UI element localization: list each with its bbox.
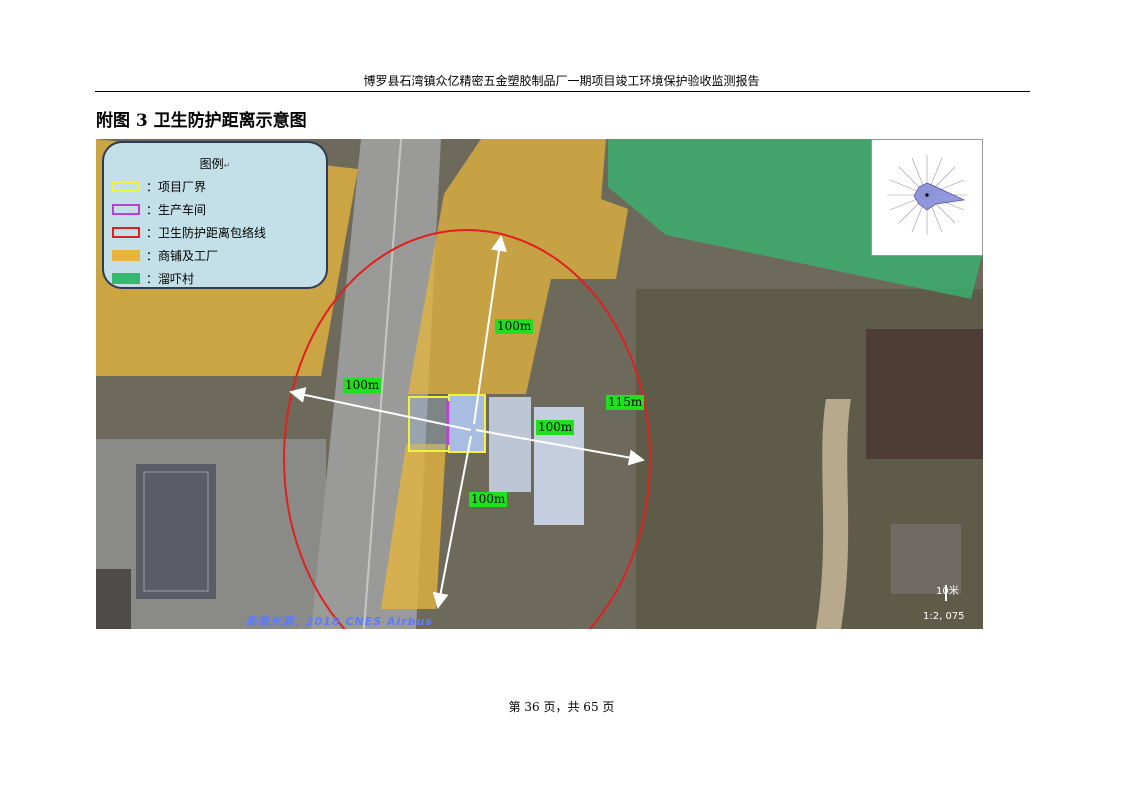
legend-item-shops: ：商铺及工厂 xyxy=(112,247,218,263)
legend-label-envelope: ：卫生防护距离包络线 xyxy=(146,225,267,240)
label-distance-west: 100m xyxy=(343,378,382,393)
legend-item-village: ：溜吓村 xyxy=(112,270,194,286)
header-divider xyxy=(95,91,1030,92)
legend-swatch-envelope xyxy=(112,226,140,238)
legend-swatch-workshop xyxy=(112,203,140,215)
wind-rose-diagram xyxy=(871,139,983,256)
label-distance-radius: 115m xyxy=(606,395,645,410)
legend-swatch-village xyxy=(112,272,140,284)
image-source-credit: 影像来源：2018 CNES Airbus xyxy=(246,615,433,628)
legend-item-envelope: ：卫生防护距离包络线 xyxy=(112,224,266,240)
legend-label-village: ：溜吓村 xyxy=(146,271,195,286)
legend-label-boundary: ：项目厂界 xyxy=(146,179,207,194)
building-southwest-small xyxy=(96,569,131,629)
scale-ratio: 1:2, 075 xyxy=(923,611,965,622)
legend-swatch-boundary xyxy=(112,180,140,192)
report-header-title: 博罗县石湾镇众亿精密五金塑胶制品厂一期项目竣工环境保护验收监测报告 xyxy=(363,74,760,88)
figure-caption: 附图 3 卫生防护距离示意图 xyxy=(96,111,307,131)
legend-swatch-shops xyxy=(112,249,140,261)
production-workshop xyxy=(448,394,486,453)
legend-title: 图例↵ xyxy=(199,157,231,171)
label-distance-south: 100m xyxy=(469,492,508,507)
legend-item-workshop: ：生产车间 xyxy=(112,201,206,217)
map-legend: 图例↵ ：项目厂界 ：生产车间 ：卫生防护距离包络线 ：商铺及工厂 ：溜吓村 xyxy=(102,141,328,289)
wind-rose-graphic xyxy=(887,155,967,235)
legend-item-project-boundary: ：项目厂界 xyxy=(112,178,206,194)
label-distance-north: 100m xyxy=(495,319,534,334)
satellite-map: 图例↵ ：项目厂界 ：生产车间 ：卫生防护距离包络线 ：商铺及工厂 ：溜吓村 1… xyxy=(96,139,983,629)
legend-label-shops: ：商铺及工厂 xyxy=(146,248,219,263)
page-number: 第 36 页，共 65 页 xyxy=(508,700,615,714)
building-southwest xyxy=(136,464,216,599)
village-buildings-east xyxy=(866,329,983,459)
warehouse-1 xyxy=(489,397,531,492)
label-distance-east: 100m xyxy=(536,420,575,435)
scale-bar-distance: 10米 xyxy=(936,586,959,597)
legend-label-workshop: ：生产车间 xyxy=(146,202,207,217)
